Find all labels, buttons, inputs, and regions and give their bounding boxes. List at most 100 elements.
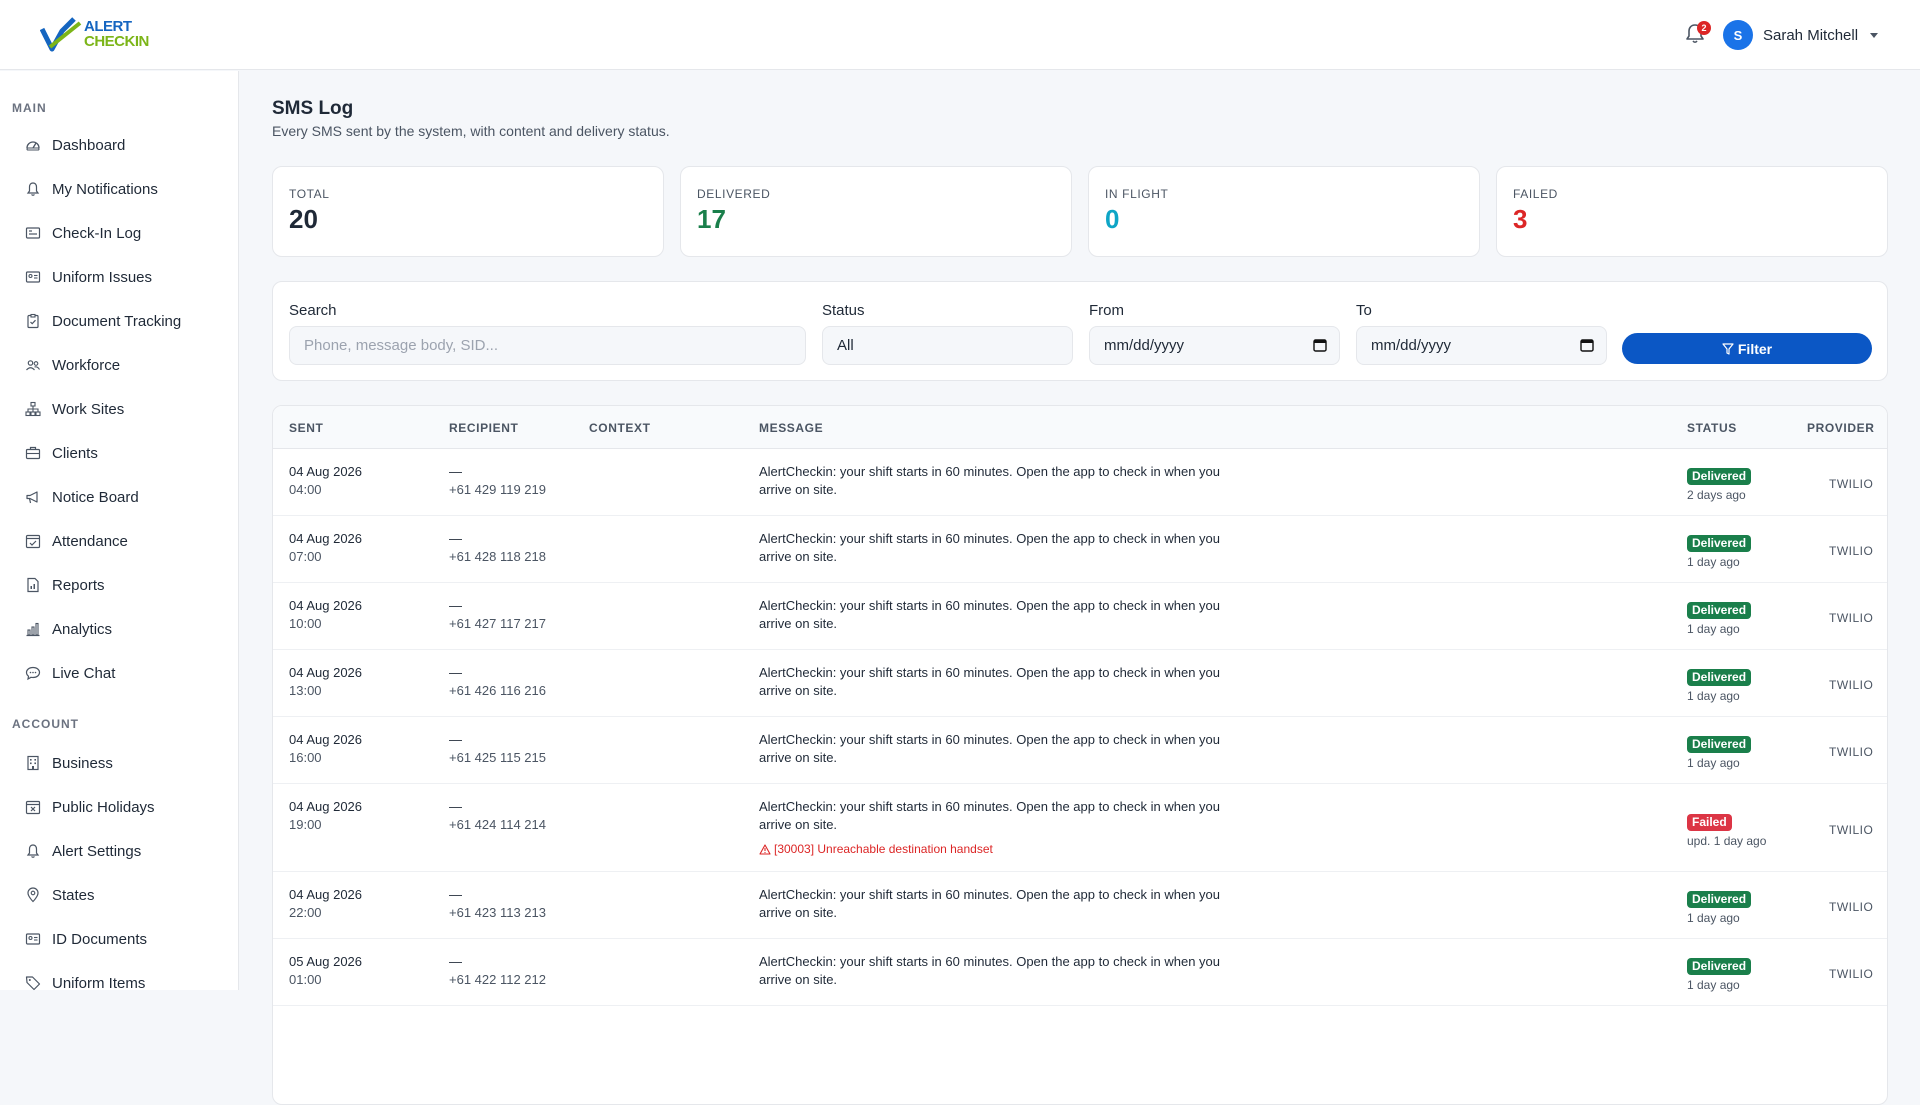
sitemap-icon <box>25 401 41 417</box>
sidebar-item-my-notifications[interactable]: My Notifications <box>0 167 238 211</box>
status-badge: Delivered <box>1687 669 1752 686</box>
sent-time: 04:00 <box>289 482 322 497</box>
recipient-phone: +61 428 118 218 <box>449 549 546 564</box>
calendar-icon[interactable] <box>1313 338 1327 352</box>
to-date-value: mm/dd/yyyy <box>1371 337 1452 354</box>
sidebar-item-business[interactable]: Business <box>0 741 238 785</box>
sidebar-item-dashboard[interactable]: Dashboard <box>0 123 238 167</box>
filter-button[interactable]: Filter <box>1622 333 1872 364</box>
message-cell: AlertCheckin: your shift starts in 60 mi… <box>759 953 1239 989</box>
calendar-icon[interactable] <box>1580 338 1594 352</box>
recipient-phone: +61 427 117 217 <box>449 616 546 631</box>
sidebar-item-check-in-log[interactable]: Check-In Log <box>0 211 238 255</box>
col-recipient[interactable]: RECIPIENT <box>449 421 518 435</box>
message-text: AlertCheckin: your shift starts in 60 mi… <box>759 598 1221 631</box>
sidebar-item-analytics[interactable]: Analytics <box>0 607 238 651</box>
recipient-phone: +61 426 116 216 <box>449 683 546 698</box>
table-row[interactable]: 04 Aug 2026 13:00 — +61 426 116 216 AlertChe… <box>273 650 1887 717</box>
sidebar-item-live-chat[interactable]: Live Chat <box>0 651 238 695</box>
user-menu[interactable]: S Sarah Mitchell <box>1723 20 1879 50</box>
provider-cell: TWILIO <box>1829 544 1874 558</box>
sidebar-item-states[interactable]: States <box>0 873 238 917</box>
sidebar-item-id-documents[interactable]: ID Documents <box>0 917 238 961</box>
message-cell: AlertCheckin: your shift starts in 60 mi… <box>759 798 1239 858</box>
provider-cell: TWILIO <box>1829 967 1874 981</box>
sidebar-item-public-holidays[interactable]: Public Holidays <box>0 785 238 829</box>
recipient-name: — <box>449 887 462 902</box>
message-text: AlertCheckin: your shift starts in 60 mi… <box>759 887 1221 920</box>
sidebar-item-reports[interactable]: Reports <box>0 563 238 607</box>
recipient-name: — <box>449 732 462 747</box>
filter-panel: Search Phone, message body, SID... Statu… <box>272 281 1888 381</box>
col-message[interactable]: MESSAGE <box>759 421 823 435</box>
sent-cell: 04 Aug 2026 19:00 <box>289 798 362 834</box>
table-row[interactable]: 04 Aug 2026 10:00 — +61 427 117 217 AlertChe… <box>273 583 1887 650</box>
sidebar-item-document-tracking[interactable]: Document Tracking <box>0 299 238 343</box>
sidebar-item-attendance[interactable]: Attendance <box>0 519 238 563</box>
table-row[interactable]: 04 Aug 2026 19:00 — +61 424 114 214 AlertChe… <box>273 784 1887 872</box>
col-status[interactable]: STATUS <box>1687 421 1737 435</box>
sidebar-item-alert-settings[interactable]: Alert Settings <box>0 829 238 873</box>
recipient-cell: — +61 424 114 214 <box>449 798 546 834</box>
recipient-name: — <box>449 799 462 814</box>
provider-cell: TWILIO <box>1829 678 1874 692</box>
brand-logo[interactable]: ALERT CHECKIN <box>40 15 155 55</box>
sidebar-item-label: Reports <box>52 576 105 594</box>
status-select[interactable]: All <box>822 326 1073 365</box>
building-icon <box>27 755 39 771</box>
status-time: 1 day ago <box>1687 555 1740 569</box>
table-row[interactable]: 05 Aug 2026 01:00 — +61 422 112 212 AlertChe… <box>273 939 1887 1006</box>
message-cell: AlertCheckin: your shift starts in 60 mi… <box>759 731 1239 767</box>
sidebar-item-label: Public Holidays <box>52 798 155 816</box>
warning-icon <box>759 843 771 855</box>
sidebar-item-label: Notice Board <box>52 488 139 506</box>
sidebar-item-uniform-items[interactable]: Uniform Items <box>0 961 238 1005</box>
provider-cell: TWILIO <box>1829 745 1874 759</box>
chat-icon <box>25 666 41 681</box>
recipient-phone: +61 425 115 215 <box>449 750 546 765</box>
table-row[interactable]: 04 Aug 2026 07:00 — +61 428 118 218 AlertChe… <box>273 516 1887 583</box>
sidebar-item-clients[interactable]: Clients <box>0 431 238 475</box>
from-date-input[interactable]: mm/dd/yyyy <box>1089 326 1340 365</box>
message-text: AlertCheckin: your shift starts in 60 mi… <box>759 954 1221 987</box>
table-header: SENT RECIPIENT CONTEXT MESSAGE STATUS PR… <box>273 406 1887 449</box>
brand-line2: CHECKIN <box>84 33 149 50</box>
message-text: AlertCheckin: your shift starts in 60 mi… <box>759 732 1221 765</box>
sidebar-item-label: Alert Settings <box>52 842 142 860</box>
to-date-input[interactable]: mm/dd/yyyy <box>1356 326 1607 365</box>
col-sent[interactable]: SENT <box>289 421 323 435</box>
recipient-phone: +61 422 112 212 <box>449 972 546 987</box>
status-cell: Failed upd. 1 day ago <box>1687 813 1766 850</box>
gauge-icon <box>26 141 40 151</box>
sent-time: 10:00 <box>289 616 322 631</box>
col-provider[interactable]: PROVIDER <box>1807 421 1874 435</box>
sidebar-item-notice-board[interactable]: Notice Board <box>0 475 238 519</box>
col-context[interactable]: CONTEXT <box>589 421 651 435</box>
provider-cell: TWILIO <box>1829 611 1874 625</box>
sidebar-item-label: My Notifications <box>52 180 158 198</box>
sidebar: MAIN Dashboard My Notifications Check-In L… <box>0 71 239 992</box>
table-row[interactable]: 04 Aug 2026 22:00 — +61 423 113 213 AlertChe… <box>273 872 1887 939</box>
sidebar-item-label: Clients <box>52 444 98 462</box>
sidebar-item-uniform-issues[interactable]: Uniform Issues <box>0 255 238 299</box>
sms-log-table: SENT RECIPIENT CONTEXT MESSAGE STATUS PR… <box>272 405 1888 1105</box>
status-cell: Delivered 1 day ago <box>1687 534 1752 571</box>
sidebar-item-label: States <box>52 886 95 904</box>
sent-time: 22:00 <box>289 905 322 920</box>
clipboard-icon <box>27 313 39 329</box>
provider-cell: TWILIO <box>1829 823 1874 837</box>
sidebar-item-label: Workforce <box>52 356 121 374</box>
calendar-x-icon <box>25 800 41 815</box>
message-cell: AlertCheckin: your shift starts in 60 mi… <box>759 463 1239 499</box>
status-time: 1 day ago <box>1687 756 1740 770</box>
calendar-check-icon <box>25 534 41 549</box>
search-input[interactable]: Phone, message body, SID... <box>289 326 806 365</box>
sidebar-account-list: Business Public Holidays Alert Settings Sta… <box>0 741 238 1005</box>
sent-date: 04 Aug 2026 <box>289 799 363 814</box>
sidebar-main-list: Dashboard My Notifications Check-In Log Uni… <box>0 123 238 695</box>
sidebar-item-workforce[interactable]: Workforce <box>0 343 238 387</box>
table-row[interactable]: 04 Aug 2026 04:00 — +61 429 119 219 AlertChe… <box>273 449 1887 516</box>
sidebar-item-label: Work Sites <box>52 400 125 418</box>
table-row[interactable]: 04 Aug 2026 16:00 — +61 425 115 215 AlertChe… <box>273 717 1887 784</box>
sidebar-item-work-sites[interactable]: Work Sites <box>0 387 238 431</box>
